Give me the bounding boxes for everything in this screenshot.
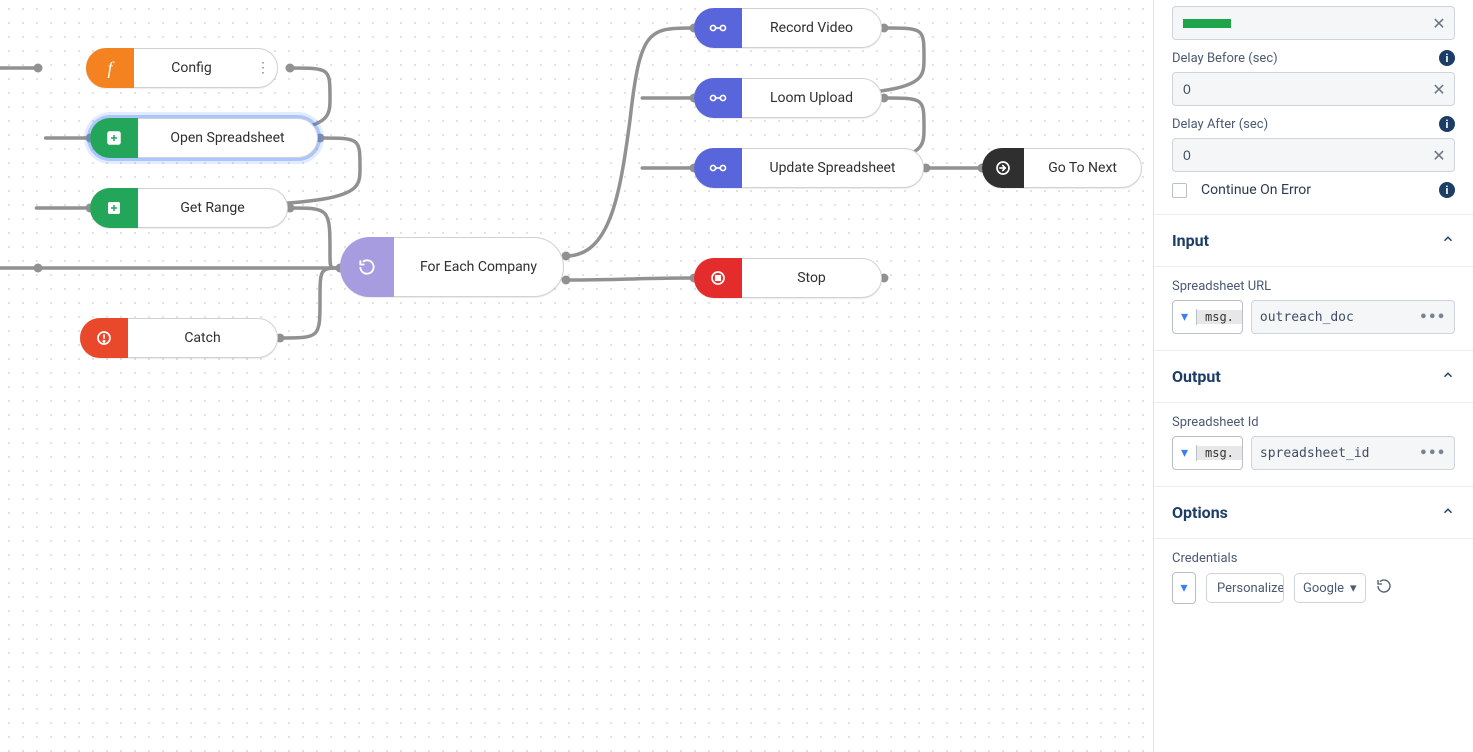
msg-type-selector[interactable]: ▾ msg. [1172,300,1243,334]
chevron-up-icon [1441,504,1455,522]
node-label: Stop [742,259,881,297]
spreadsheet-id-label: Spreadsheet Id [1172,415,1259,430]
node-label: Open Spreadsheet [138,119,317,157]
section-options-header[interactable]: Options [1154,487,1473,539]
node-open-spreadsheet[interactable]: Open Spreadsheet [90,118,318,158]
refresh-icon[interactable] [1376,578,1392,598]
clear-icon[interactable]: ✕ [1430,80,1448,99]
spreadsheet-icon [90,188,138,228]
node-go-to-next[interactable]: Go To Next [982,148,1142,188]
more-icon[interactable]: ••• [1420,446,1446,461]
continue-on-error-label: Continue On Error [1201,182,1311,198]
stop-icon [694,258,742,298]
function-icon: f [86,48,134,88]
properties-panel[interactable]: ✕ Delay Before (sec) i ✕ Delay After (se… [1153,0,1473,752]
node-label: Update Spreadsheet [742,149,923,187]
continue-on-error-row[interactable]: Continue On Error i [1172,182,1455,198]
delay-before-input[interactable]: ✕ [1172,72,1455,106]
node-label: Go To Next [1024,149,1141,187]
clear-icon[interactable]: ✕ [1430,146,1448,165]
node-label: Catch [128,319,277,357]
chevron-down-icon: ▾ [1173,445,1197,461]
error-icon [80,318,128,358]
color-swatch [1183,19,1231,28]
credential-google-select[interactable]: Google ▾ [1294,573,1366,603]
link-icon [694,78,742,118]
credential-type-dropdown[interactable]: ▾ [1172,572,1196,604]
delay-after-input[interactable]: ✕ [1172,138,1455,172]
section-input-header[interactable]: Input [1154,215,1473,267]
clear-icon[interactable]: ✕ [1430,14,1448,33]
spreadsheet-id-input[interactable]: spreadsheet_id ••• [1251,436,1455,470]
node-stop[interactable]: Stop [694,258,882,298]
flow-canvas[interactable]: f Config ⋮ Open Spreadsheet Get Range Fo… [0,0,1153,752]
spreadsheet-id-value: spreadsheet_id [1260,446,1370,461]
node-menu-button[interactable]: ⋮ [249,49,277,87]
node-get-range[interactable]: Get Range [90,188,288,228]
node-label: Config [134,49,249,87]
arrow-right-icon [982,148,1024,188]
msg-prefix: msg. [1197,310,1242,324]
credentials-label: Credentials [1172,551,1237,566]
node-label: Get Range [138,189,287,227]
spreadsheet-icon [90,118,138,158]
credential-personalize[interactable]: Personalize [1206,573,1284,603]
loop-icon [340,237,394,297]
info-icon[interactable]: i [1439,50,1455,66]
node-label: Record Video [742,9,881,47]
node-for-each[interactable]: For Each Company [340,237,564,297]
chevron-up-icon [1441,232,1455,250]
spreadsheet-url-value: outreach_doc [1260,310,1354,325]
checkbox[interactable] [1172,183,1187,198]
options-section-title: Options [1172,503,1228,522]
spreadsheet-url-input[interactable]: outreach_doc ••• [1251,300,1455,334]
delay-before-field[interactable] [1183,81,1430,97]
link-icon [694,148,742,188]
info-icon[interactable]: i [1439,116,1455,132]
link-icon [694,8,742,48]
node-label: Loom Upload [742,79,881,117]
node-loom-upload[interactable]: Loom Upload [694,78,882,118]
delay-after-field[interactable] [1183,147,1430,163]
node-label: For Each Company [394,238,563,296]
input-section-title: Input [1172,231,1209,250]
chevron-down-icon: ▾ [1350,581,1357,596]
msg-prefix: msg. [1197,446,1242,460]
node-record-video[interactable]: Record Video [694,8,882,48]
credential-personalize-label: Personalize [1217,581,1284,596]
msg-type-selector[interactable]: ▾ msg. [1172,436,1243,470]
output-section-title: Output [1172,367,1221,386]
info-icon[interactable]: i [1439,182,1455,198]
chevron-up-icon [1441,368,1455,386]
node-config[interactable]: f Config ⋮ [86,48,278,88]
delay-after-label: Delay After (sec) [1172,117,1268,132]
more-icon[interactable]: ••• [1420,310,1446,325]
spreadsheet-url-label: Spreadsheet URL [1172,279,1271,294]
chevron-down-icon: ▾ [1173,309,1197,325]
delay-before-label: Delay Before (sec) [1172,51,1278,66]
node-update-spreadsheet[interactable]: Update Spreadsheet [694,148,924,188]
name-input-row[interactable]: ✕ [1172,6,1455,40]
node-catch[interactable]: Catch [80,318,278,358]
credential-google-label: Google [1303,581,1344,596]
section-output-header[interactable]: Output [1154,351,1473,403]
